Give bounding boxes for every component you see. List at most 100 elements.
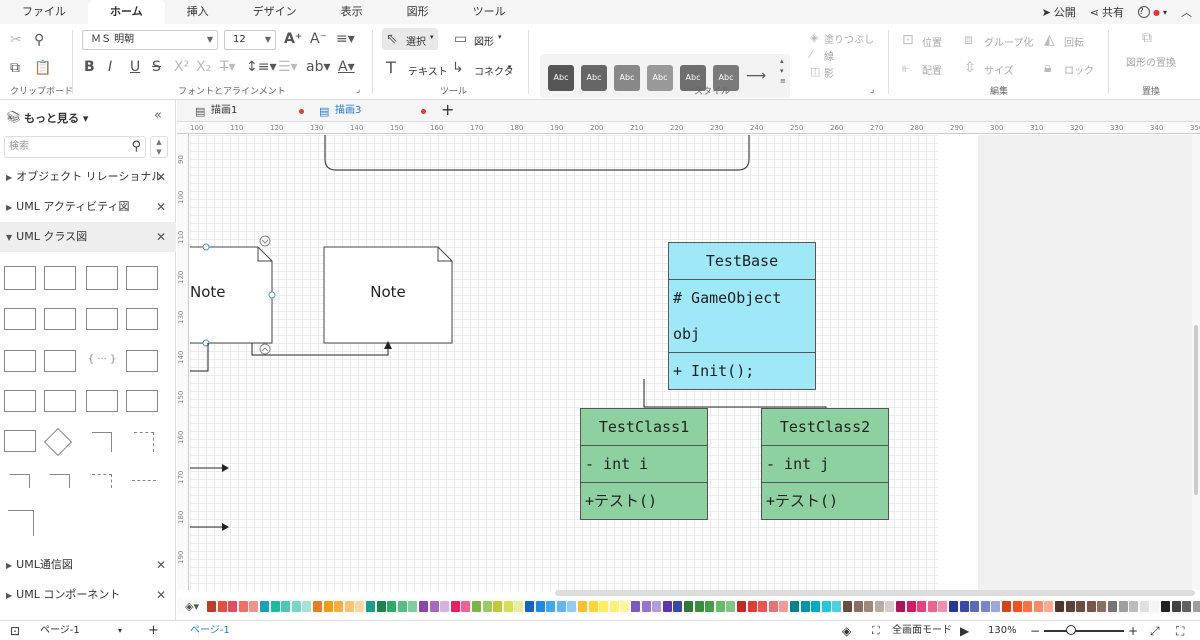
fullscreen-mode-button[interactable]: 全画面モード bbox=[892, 622, 952, 640]
menu-shape[interactable]: 図形 bbox=[385, 0, 451, 24]
rotate-icon[interactable]: ◭ bbox=[1044, 32, 1055, 48]
more-libraries-button[interactable]: もっと見る ▾ bbox=[24, 110, 88, 126]
palette-color-swatch[interactable] bbox=[472, 601, 481, 612]
shape-connector-5[interactable] bbox=[92, 474, 112, 488]
palette-color-swatch[interactable] bbox=[1023, 601, 1033, 612]
palette-color-swatch[interactable] bbox=[1108, 601, 1117, 612]
gallery-scroll-icon[interactable]: ▴ ▾ ≡ bbox=[780, 56, 786, 86]
palette-color-swatch[interactable] bbox=[493, 601, 503, 612]
palette-color-swatch[interactable] bbox=[366, 601, 375, 612]
font-size-select[interactable]: 12 ▼ bbox=[224, 30, 276, 50]
palette-color-swatch[interactable] bbox=[694, 601, 704, 612]
palette-color-swatch[interactable] bbox=[1139, 601, 1149, 612]
shape-data-type[interactable] bbox=[126, 308, 158, 330]
shape-package-5[interactable] bbox=[126, 390, 158, 412]
layers-icon[interactable]: ◈ bbox=[842, 622, 851, 640]
palette-color-swatch[interactable] bbox=[249, 601, 259, 612]
palette-color-swatch[interactable] bbox=[217, 601, 227, 612]
shape-active-class[interactable] bbox=[44, 308, 76, 330]
palette-color-swatch[interactable] bbox=[546, 601, 556, 612]
underline-icon[interactable]: U bbox=[130, 59, 140, 75]
palette-color-swatch[interactable] bbox=[588, 601, 598, 612]
shape-connector-3[interactable] bbox=[10, 474, 30, 488]
palette-color-swatch[interactable] bbox=[599, 601, 609, 612]
help-button[interactable]: ? ● ▾ bbox=[1138, 6, 1167, 18]
palette-color-swatch[interactable] bbox=[228, 601, 238, 612]
page-dropdown-icon[interactable]: ▾ bbox=[118, 622, 122, 640]
selection-handle[interactable] bbox=[202, 243, 210, 251]
text-highlight-icon[interactable]: ab▾ bbox=[306, 59, 331, 75]
palette-color-swatch[interactable] bbox=[1065, 601, 1075, 612]
font-shrink-icon[interactable]: A⁻ bbox=[310, 31, 327, 47]
palette-color-swatch[interactable] bbox=[1055, 601, 1064, 612]
play-icon[interactable]: ▶ bbox=[960, 622, 969, 640]
format-painter-icon[interactable]: ⚲ bbox=[34, 32, 44, 48]
palette-color-swatch[interactable] bbox=[938, 601, 948, 612]
palette-color-swatch[interactable] bbox=[800, 601, 810, 612]
palette-color-swatch[interactable] bbox=[387, 601, 397, 612]
italic-icon[interactable]: I bbox=[108, 59, 112, 75]
library-uml-class[interactable]: ▼ UML クラス図 ✕ bbox=[0, 222, 176, 252]
tab-drawing3[interactable]: ▤ 描画3 bbox=[311, 100, 431, 122]
drawing-canvas[interactable]: Note Note TestBase # GameObject obj + In… bbox=[190, 135, 938, 590]
palette-color-swatch[interactable] bbox=[567, 601, 577, 612]
fill-button[interactable]: 塗りつぶし bbox=[824, 31, 874, 46]
shape-class[interactable] bbox=[4, 266, 36, 290]
palette-color-swatch[interactable] bbox=[768, 601, 778, 612]
close-icon[interactable]: ✕ bbox=[156, 580, 166, 610]
palette-color-swatch[interactable] bbox=[1129, 601, 1139, 612]
page-view-icon[interactable]: ⊡ bbox=[10, 622, 20, 640]
palette-color-swatch[interactable] bbox=[323, 601, 333, 612]
palette-color-swatch[interactable] bbox=[313, 601, 322, 612]
palette-color-swatch[interactable] bbox=[281, 601, 291, 612]
palette-color-swatch[interactable] bbox=[514, 601, 524, 612]
search-icon[interactable]: ⚲ bbox=[131, 137, 141, 157]
style-swatch-1[interactable]: Abc bbox=[548, 65, 574, 91]
palette-color-swatch[interactable] bbox=[609, 601, 619, 612]
palette-color-swatch[interactable] bbox=[1076, 601, 1086, 612]
palette-color-swatch[interactable] bbox=[896, 601, 905, 612]
publish-button[interactable]: ➤ 公開 bbox=[1042, 4, 1076, 20]
page-tab[interactable]: ページ-1 bbox=[190, 622, 230, 640]
text-tool-button[interactable]: T テキスト bbox=[386, 58, 448, 80]
shape-enumeration[interactable] bbox=[86, 308, 118, 330]
palette-color-swatch[interactable] bbox=[238, 601, 248, 612]
font-color-icon[interactable]: A▾ bbox=[338, 59, 355, 75]
shape-connector-2[interactable] bbox=[134, 432, 154, 452]
palette-color-swatch[interactable] bbox=[885, 601, 895, 612]
size-icon[interactable]: ⇳ bbox=[964, 60, 976, 76]
selection-handle[interactable] bbox=[268, 291, 276, 299]
zoom-slider[interactable] bbox=[1044, 630, 1124, 632]
palette-color-swatch[interactable] bbox=[556, 601, 566, 612]
shape-connector-6[interactable] bbox=[132, 480, 156, 481]
class-testbase[interactable]: TestBase # GameObject obj + Init(); bbox=[668, 242, 816, 390]
palette-color-swatch[interactable] bbox=[291, 601, 301, 612]
zoom-out-button[interactable]: − bbox=[1030, 622, 1040, 640]
palette-color-swatch[interactable] bbox=[419, 601, 428, 612]
palette-color-swatch[interactable] bbox=[790, 601, 799, 612]
tab-drawing1[interactable]: ▤ 描画1 bbox=[187, 100, 307, 122]
share-button[interactable]: ⋖ 共有 bbox=[1090, 4, 1124, 20]
shape-package[interactable] bbox=[126, 350, 158, 372]
palette-color-swatch[interactable] bbox=[959, 601, 969, 612]
palette-color-swatch[interactable] bbox=[260, 601, 269, 612]
lock-icon[interactable]: 🔒︎ bbox=[1044, 60, 1051, 76]
collapse-ribbon-icon[interactable]: ︿ bbox=[1181, 4, 1192, 20]
palette-color-swatch[interactable] bbox=[737, 601, 746, 612]
vertical-scrollbar[interactable] bbox=[1192, 135, 1200, 590]
style-dialog-launcher-icon[interactable]: ⌟ bbox=[870, 82, 874, 98]
fill-icon[interactable]: ◈ bbox=[810, 30, 818, 46]
palette-color-swatch[interactable] bbox=[917, 601, 927, 612]
shape-connector-4[interactable] bbox=[50, 474, 70, 488]
palette-color-swatch[interactable] bbox=[344, 601, 354, 612]
palette-color-swatch[interactable] bbox=[1002, 601, 1011, 612]
palette-color-swatch[interactable] bbox=[450, 601, 460, 612]
palette-color-swatch[interactable] bbox=[376, 601, 386, 612]
shape-package-4[interactable] bbox=[86, 390, 118, 412]
text-align-icon[interactable]: ≡▾ bbox=[336, 31, 355, 47]
palette-color-swatch[interactable] bbox=[779, 601, 789, 612]
replace-shape-button[interactable]: 図形の置換 bbox=[1126, 54, 1176, 69]
palette-color-swatch[interactable] bbox=[853, 601, 863, 612]
page-select[interactable]: ページ-1 bbox=[40, 622, 80, 640]
select-tool-button[interactable]: ⇖ 選択 ▾ bbox=[382, 28, 438, 50]
